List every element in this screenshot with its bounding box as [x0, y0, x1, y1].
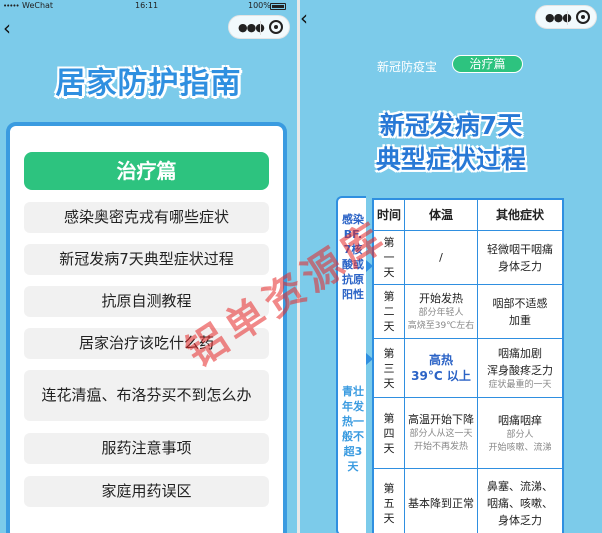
day-label: 第三天: [383, 346, 395, 390]
header-other: 其他症状: [495, 207, 544, 222]
header-time: 时间: [376, 207, 401, 222]
other-text: 轻微咽干咽痛: [487, 242, 553, 256]
other-text: 咽痛、咳嗽、: [487, 497, 553, 510]
other-text: 咽痛加剧: [498, 346, 542, 360]
battery-icon: [270, 3, 286, 10]
signal-icon: •••••: [3, 2, 20, 10]
day-label: 第一天: [383, 236, 395, 279]
mini-program-capsule[interactable]: ●●●: [535, 5, 597, 29]
temp-text: 39°C 以上: [411, 369, 471, 383]
day-label: 第二天: [383, 290, 395, 333]
other-text: 身体乏力: [498, 259, 542, 273]
other-note: 部分人: [506, 429, 534, 440]
back-arrow-icon[interactable]: ‹: [300, 8, 308, 28]
menu-item[interactable]: 居家治疗该吃什么药: [24, 328, 269, 359]
close-icon[interactable]: [576, 10, 590, 24]
temp-text: 高热: [428, 353, 453, 367]
mini-program-capsule[interactable]: ●●●: [228, 15, 290, 39]
temp-text: 高温开始下降: [408, 413, 474, 426]
app-name: 新冠防疫宝: [377, 60, 438, 74]
infection-label: 感染BF.7核酸或抗原阳性: [342, 213, 364, 301]
temp-note: 部分人从这一天: [409, 429, 473, 439]
other-text: 鼻塞、流涕、: [487, 480, 553, 493]
table-row: 第四天 高温开始下降 部分人从这一天 开始不再发热 咽痛咽痒部分人开始咳嗽、流涕: [374, 397, 562, 468]
menu-card: 治疗篇 感染奥密克戎有哪些症状 新冠发病7天典型症状过程 抗原自测教程 居家治疗…: [6, 122, 287, 533]
temp-note: 开始不再发热: [413, 442, 468, 452]
menu-item[interactable]: 新冠发病7天典型症状过程: [24, 244, 269, 275]
other-note: 开始咳嗽、流涕: [488, 442, 552, 453]
temp-text: 开始发热: [419, 291, 463, 305]
page-title: 居家防护指南: [55, 66, 242, 101]
headline-line-2: 典型症状过程: [375, 145, 526, 174]
other-text: 浑身酸疼乏力: [487, 363, 553, 377]
status-bar: ••••• WeChat 16:11 100%: [0, 0, 297, 12]
other-text: 咽痛咽痒: [498, 413, 542, 427]
table-row: 第三天 高热 39°C 以上 咽痛加剧浑身酸疼乏力 症状最重的一天: [374, 338, 562, 397]
day-label: 第四天: [383, 411, 395, 455]
section-tag: 治疗篇: [452, 55, 523, 73]
table-row: 第五天 基本降到正常 鼻塞、流涕、 咽痛、咳嗽、 身体乏力: [374, 468, 562, 533]
other-text: 加重: [509, 313, 531, 327]
headline-line-1: 新冠发病7天: [379, 111, 523, 140]
other-text: 身体乏力: [498, 514, 542, 527]
other-text: 咽部不适感: [492, 296, 548, 310]
symptom-table: 时间 体温 其他症状 第一天 / 轻微咽干咽痛 身体乏力 第二天 开始发热 部分年轻人 高烧至…: [372, 198, 564, 533]
battery-percent: 100%: [248, 1, 271, 10]
day-label: 第五天: [383, 482, 395, 525]
temp-note: 部分年轻人: [418, 307, 464, 318]
table-header: 时间 体温 其他症状: [374, 200, 562, 230]
back-arrow-icon[interactable]: ‹: [3, 18, 11, 38]
close-icon[interactable]: [269, 20, 283, 34]
table-row: 第二天 开始发热部分年轻人高烧至39℃左右 咽部不适感加重: [374, 284, 562, 338]
fever-note-label: 青壮年发热一般不超3天: [342, 385, 364, 473]
section-button[interactable]: 治疗篇: [24, 152, 269, 190]
left-screen: ••••• WeChat 16:11 100% ‹ ●●● 居家防护指南 治疗篇…: [0, 0, 297, 533]
temp-note: 高烧至39℃左右: [407, 320, 475, 331]
clock: 16:11: [135, 1, 159, 10]
timeline-side-panel: 感染BF.7核酸或抗原阳性 青壮年发热一般不超3天: [336, 196, 366, 533]
carrier-label: WeChat: [22, 1, 54, 10]
menu-item[interactable]: 连花清瘟、布洛芬买不到怎么办: [24, 370, 269, 421]
temp-text: /: [439, 250, 443, 264]
right-screen: ‹ ●●● 新冠防疫宝 治疗篇 新冠发病7天 典型症状过程 感染BF.7核酸或抗…: [300, 0, 602, 533]
table-row: 第一天 / 轻微咽干咽痛 身体乏力: [374, 230, 562, 284]
temp-text: 基本降到正常: [408, 496, 474, 510]
menu-item[interactable]: 抗原自测教程: [24, 286, 269, 317]
menu-item[interactable]: 服药注意事项: [24, 433, 269, 464]
menu-item[interactable]: 家庭用药误区: [24, 476, 269, 507]
other-note: 症状最重的一天: [488, 379, 552, 390]
menu-item[interactable]: 感染奥密克戎有哪些症状: [24, 202, 269, 233]
header-temp: 体温: [428, 208, 453, 222]
